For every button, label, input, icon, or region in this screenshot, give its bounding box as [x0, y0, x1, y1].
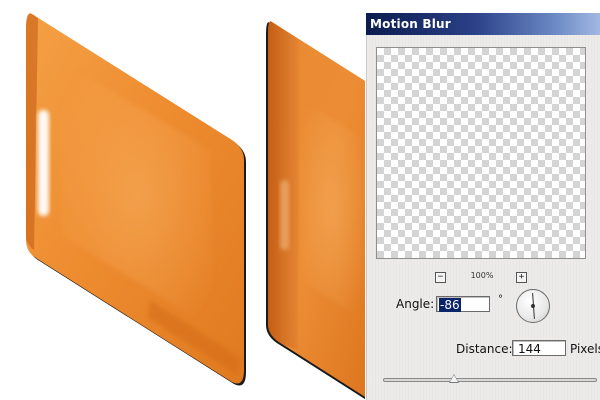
zoom-out-button[interactable]: − [435, 272, 446, 283]
glossy-highlight [38, 110, 49, 216]
image-canvas [0, 0, 365, 400]
distance-input[interactable]: 144 [512, 340, 566, 356]
distance-slider-thumb[interactable] [448, 374, 459, 383]
glossy-panel-right [266, 21, 365, 400]
degree-unit: ° [498, 294, 503, 305]
distance-units: Pixels [570, 342, 600, 356]
glossy-panel-left [26, 13, 246, 386]
distance-value: 144 [518, 342, 541, 356]
angle-dial-icon[interactable] [516, 289, 550, 323]
angle-dial-center [531, 304, 535, 308]
zoom-level: 100% [470, 271, 494, 280]
distance-label: Distance: [456, 342, 513, 356]
orange-panels-artwork [26, 13, 365, 400]
zoom-in-button[interactable]: + [516, 272, 527, 283]
minus-icon: − [437, 272, 444, 282]
distance-slider[interactable] [383, 378, 597, 382]
blur-preview[interactable] [376, 47, 586, 259]
angle-input[interactable]: -86 [436, 296, 490, 312]
dialog-title-bar[interactable]: Motion Blur [366, 13, 600, 35]
motion-blur-dialog: Motion Blur − 100% + Angle: -86 ° Distan… [366, 13, 600, 400]
angle-label: Angle: [396, 297, 435, 311]
plus-icon: + [518, 272, 525, 282]
angle-value: -86 [439, 298, 461, 312]
dialog-title: Motion Blur [370, 17, 451, 31]
